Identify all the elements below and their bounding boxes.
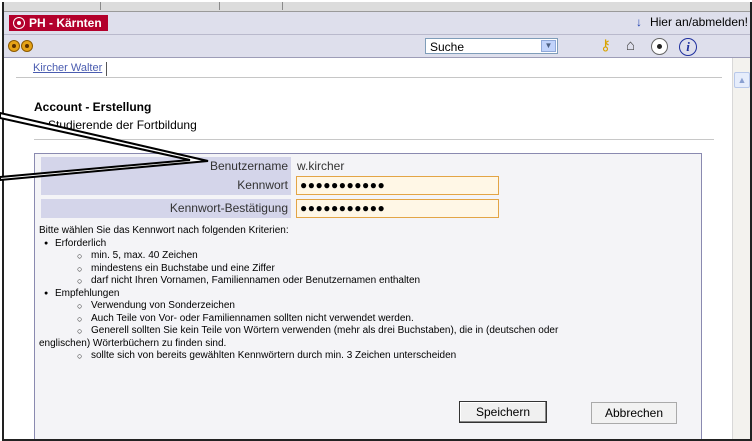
callout-pointer (0, 111, 209, 182)
callout-arrow-shape (0, 111, 209, 182)
